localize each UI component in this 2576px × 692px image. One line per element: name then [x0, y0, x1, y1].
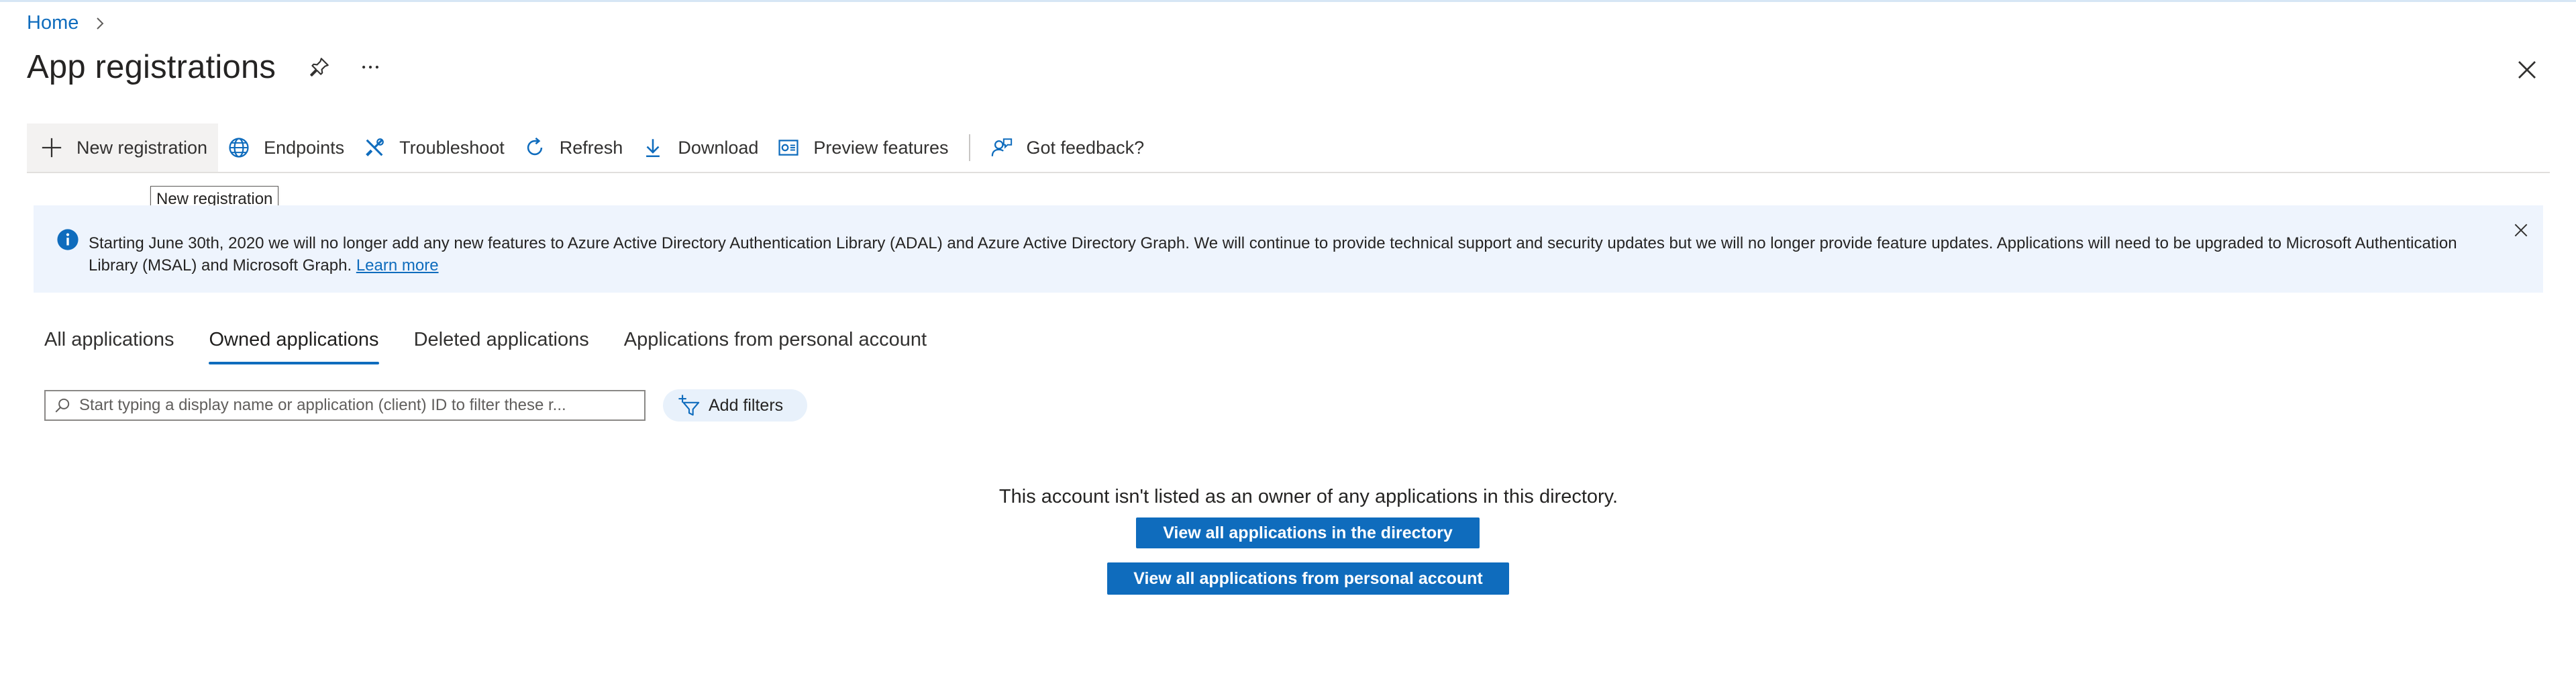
refresh-label: Refresh	[559, 137, 623, 158]
got-feedback-button[interactable]: Got feedback?	[981, 123, 1154, 172]
preview-features-label: Preview features	[813, 137, 949, 158]
banner-text: Starting June 30th, 2020 we will no long…	[89, 234, 2457, 275]
command-bar: New registration Endpoints Troubleshoot …	[27, 123, 2550, 172]
download-button[interactable]: Download	[632, 123, 768, 172]
banner-message: Starting June 30th, 2020 we will no long…	[89, 232, 2477, 277]
endpoints-button[interactable]: Endpoints	[218, 123, 354, 172]
tab-personal-account-applications[interactable]: Applications from personal account	[624, 329, 927, 365]
preview-features-button[interactable]: Preview features	[768, 123, 958, 172]
download-label: Download	[678, 137, 759, 158]
filter-add-icon	[678, 395, 700, 416]
tab-owned-applications[interactable]: Owned applications	[209, 329, 379, 365]
download-icon	[646, 139, 660, 158]
info-icon	[57, 229, 79, 250]
endpoints-label: Endpoints	[264, 137, 345, 158]
add-filters-label: Add filters	[709, 395, 784, 415]
preview-icon	[778, 140, 798, 156]
tab-all-applications[interactable]: All applications	[44, 329, 174, 365]
title-row: App registrations	[27, 48, 382, 86]
learn-more-link[interactable]: Learn more	[356, 256, 439, 275]
chevron-right-icon	[97, 17, 104, 30]
banner-close-icon[interactable]	[2512, 221, 2530, 239]
search-input[interactable]	[79, 396, 629, 415]
search-box	[44, 390, 646, 421]
tab-list: All applications Owned applications Dele…	[44, 329, 962, 365]
globe-icon	[229, 138, 249, 158]
troubleshoot-button[interactable]: Troubleshoot	[354, 123, 514, 172]
more-icon[interactable]	[359, 56, 382, 79]
got-feedback-label: Got feedback?	[1026, 137, 1145, 158]
add-filters-button[interactable]: Add filters	[663, 389, 808, 422]
toolbar-divider-line	[27, 172, 2550, 173]
view-all-personal-button[interactable]: View all applications from personal acco…	[1107, 562, 1509, 595]
new-registration-button[interactable]: New registration	[27, 123, 219, 172]
breadcrumb-home-link[interactable]: Home	[27, 12, 79, 34]
feedback-icon	[991, 138, 1012, 156]
search-icon	[55, 398, 70, 413]
top-accent-line	[0, 0, 2576, 2]
refresh-button[interactable]: Refresh	[514, 123, 633, 172]
refresh-icon	[527, 137, 542, 156]
new-registration-label: New registration	[76, 137, 208, 158]
plus-icon	[42, 138, 62, 158]
tab-deleted-applications[interactable]: Deleted applications	[414, 329, 589, 365]
deprecation-banner: Starting June 30th, 2020 we will no long…	[34, 205, 2543, 293]
view-all-directory-button[interactable]: View all applications in the directory	[1136, 517, 1480, 548]
page-title: App registrations	[27, 49, 276, 85]
pin-icon[interactable]	[308, 56, 331, 79]
troubleshoot-label: Troubleshoot	[399, 137, 505, 158]
breadcrumb: Home	[27, 12, 108, 34]
close-icon[interactable]	[2516, 59, 2538, 81]
wrench-icon	[366, 138, 384, 156]
empty-state-message: This account isn't listed as an owner of…	[998, 486, 1618, 507]
toolbar-divider	[968, 134, 970, 161]
